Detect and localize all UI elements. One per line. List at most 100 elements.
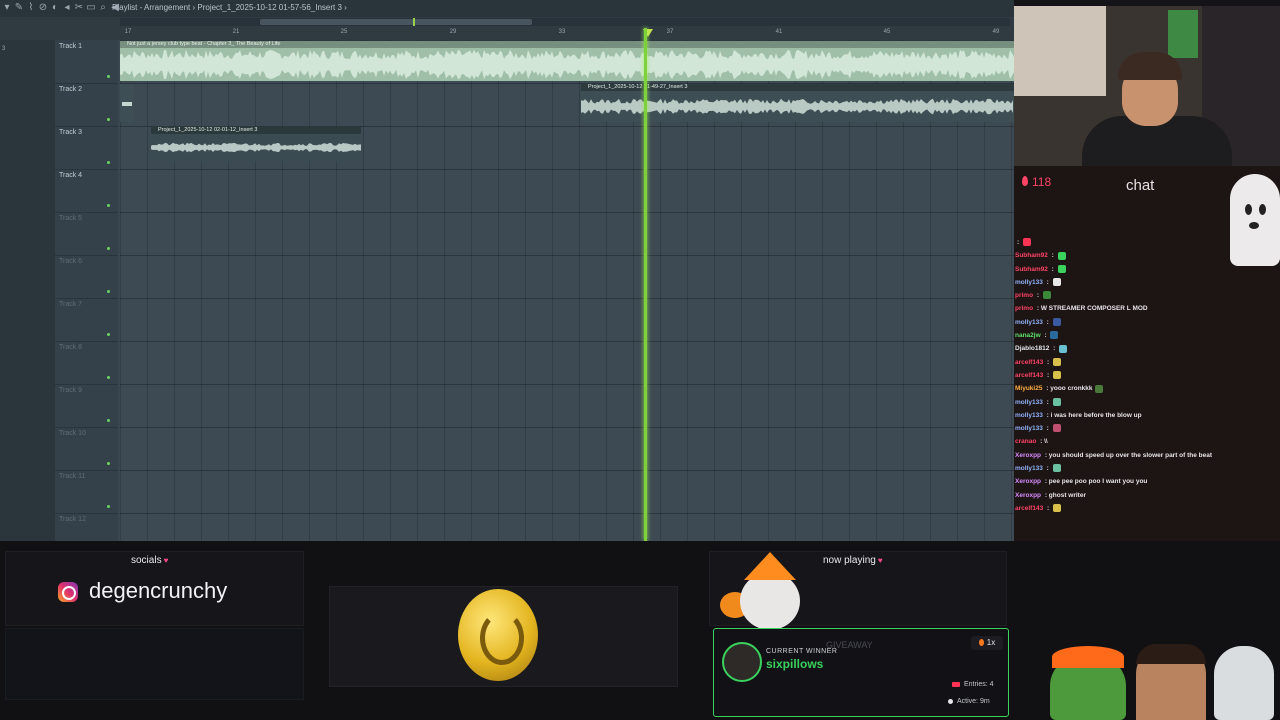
track-enable-led-icon[interactable] bbox=[107, 333, 110, 336]
track-header[interactable]: Track 1 bbox=[55, 40, 118, 84]
chat-username[interactable]: primo bbox=[1015, 305, 1033, 312]
ruler-tick-label: 49 bbox=[992, 29, 1000, 35]
track-enable-led-icon[interactable] bbox=[107, 247, 110, 250]
instagram-icon bbox=[58, 582, 78, 602]
brush-icon[interactable]: ⌇ bbox=[26, 2, 36, 14]
track-enable-led-icon[interactable] bbox=[107, 161, 110, 164]
chat-username[interactable]: molly133 bbox=[1015, 319, 1043, 326]
chat-emote-icon bbox=[1050, 331, 1059, 340]
chat-username[interactable]: Subham92 bbox=[1015, 252, 1048, 259]
active-text: Active: 9m bbox=[957, 698, 990, 705]
clip-waveform bbox=[120, 49, 1014, 80]
pepe-emote-icon bbox=[1050, 646, 1126, 720]
track-enable-led-icon[interactable] bbox=[107, 462, 110, 465]
track-header[interactable]: Track 6 bbox=[55, 255, 118, 299]
chat-message: molly133 : i was here before the blow up bbox=[1015, 409, 1275, 422]
chat-username[interactable]: arcelf143 bbox=[1015, 372, 1043, 379]
skeleton-emote-icon bbox=[1214, 646, 1274, 720]
track-header[interactable]: Track 12 bbox=[55, 513, 118, 541]
chat-username[interactable]: Miyuki25 bbox=[1015, 385, 1042, 392]
chat-separator: : bbox=[1042, 332, 1049, 340]
chat-username[interactable]: cranao bbox=[1015, 438, 1036, 445]
track-enable-led-icon[interactable] bbox=[107, 419, 110, 422]
track-header[interactable]: Track 10 bbox=[55, 427, 118, 471]
chat-emote-icon bbox=[1042, 291, 1051, 300]
chat-message: molly133 : bbox=[1015, 396, 1275, 409]
chat-emote-icon bbox=[1052, 278, 1061, 287]
chat-username[interactable]: Djablo1812 bbox=[1015, 345, 1049, 352]
heart-icon: ♥ bbox=[163, 556, 169, 565]
chat-text: ghost writer bbox=[1048, 491, 1086, 499]
track-header[interactable]: Track 8 bbox=[55, 341, 118, 385]
chat-text: W STREAMER COMPOSER L MOD bbox=[1040, 305, 1148, 313]
track-enable-led-icon[interactable] bbox=[107, 118, 110, 121]
slice-icon[interactable]: ✂ bbox=[74, 2, 84, 14]
chat-text: you should speed up over the slower part… bbox=[1048, 451, 1213, 459]
coin-glyph bbox=[480, 611, 524, 665]
chat-separator: : bbox=[1045, 358, 1051, 366]
chat-message: Xeroxpp : pee pee poo poo I want you you bbox=[1015, 475, 1275, 488]
track-enable-led-icon[interactable] bbox=[107, 376, 110, 379]
chat-username[interactable]: Subham92 bbox=[1015, 266, 1048, 273]
chat-username[interactable]: molly133 bbox=[1015, 412, 1043, 419]
chat-separator: : bbox=[1049, 252, 1056, 260]
ghost-eye bbox=[1245, 204, 1252, 215]
track-enable-led-icon[interactable] bbox=[107, 505, 110, 508]
playlist-title: Playlist - Arrangement › Project_1_2025-… bbox=[112, 3, 347, 12]
pencil-icon[interactable]: ✎ bbox=[14, 2, 24, 14]
track-enable-led-icon[interactable] bbox=[107, 75, 110, 78]
chat-message: molly133 : bbox=[1015, 276, 1275, 289]
flame-icon bbox=[978, 639, 984, 647]
audio-clip-track2-start[interactable] bbox=[120, 84, 134, 122]
chat-username[interactable]: molly133 bbox=[1015, 465, 1043, 472]
ruler-tick-label: 17 bbox=[124, 29, 132, 35]
chat-message: nana2jw : bbox=[1015, 329, 1275, 342]
ruler-tick-label: 29 bbox=[449, 29, 457, 35]
audio-clip-track3[interactable]: Project_1_2025-10-12 02-01-12_Insert 3 bbox=[151, 127, 361, 161]
daw-window: ▾ ✎ ⌇ ⊘ ◐ ◂ ✂ ▭ ⌕ ◀ Playlist - Arrangeme… bbox=[0, 0, 1014, 541]
track-name: Track 12 bbox=[59, 516, 86, 523]
multiplier-badge: 1x bbox=[971, 636, 1003, 650]
chat-username[interactable]: molly133 bbox=[1015, 399, 1043, 406]
chat-emote-icon bbox=[1057, 264, 1066, 273]
chat-username[interactable]: Xeroxpp bbox=[1015, 452, 1041, 459]
chat-username[interactable]: Xeroxpp bbox=[1015, 478, 1041, 485]
track-header[interactable]: Track 2 bbox=[55, 83, 118, 127]
snap-icon[interactable]: ▾ bbox=[2, 2, 12, 14]
timeline-ruler[interactable]: 17 21 25 29 33 37 41 45 49 bbox=[120, 28, 1014, 40]
chat-username[interactable]: Xeroxpp bbox=[1015, 492, 1041, 499]
track-enable-led-icon[interactable] bbox=[107, 290, 110, 293]
track-name: Track 8 bbox=[59, 344, 83, 351]
ruler-tick-label: 33 bbox=[558, 29, 566, 35]
track-header[interactable]: Track 5 bbox=[55, 212, 118, 256]
track-header[interactable]: Track 9 bbox=[55, 384, 118, 428]
track-header[interactable]: Track 3 bbox=[55, 126, 118, 170]
track-header[interactable]: Track 11 bbox=[55, 470, 118, 514]
chat-separator: : bbox=[1051, 345, 1058, 353]
track-enable-led-icon[interactable] bbox=[107, 204, 110, 207]
chat-username[interactable]: arcelf143 bbox=[1015, 505, 1043, 512]
chat-emote-icon bbox=[1052, 504, 1061, 513]
ghost-mouth bbox=[1249, 222, 1259, 229]
chat-username[interactable]: arcelf143 bbox=[1015, 359, 1043, 366]
audio-clip-track1[interactable]: Not just a jersey club type beat - Chapt… bbox=[120, 41, 1014, 81]
chat-emote-icon bbox=[1059, 344, 1068, 353]
chat-emote-icon bbox=[1022, 238, 1031, 247]
horizontal-scrollbar[interactable] bbox=[120, 18, 1010, 26]
scrollbar-thumb[interactable] bbox=[260, 19, 532, 25]
track-header[interactable]: Track 7 bbox=[55, 298, 118, 342]
track-name: Track 6 bbox=[59, 258, 83, 265]
delete-icon[interactable]: ⊘ bbox=[38, 2, 48, 14]
track-name: Track 11 bbox=[59, 473, 86, 480]
zoom-icon[interactable]: ⌕ bbox=[98, 2, 108, 14]
chat-username[interactable]: molly133 bbox=[1015, 425, 1043, 432]
slip-icon[interactable]: ◂ bbox=[62, 2, 72, 14]
mute-icon[interactable]: ◐ bbox=[50, 2, 60, 14]
select-icon[interactable]: ▭ bbox=[86, 2, 96, 14]
playhead[interactable] bbox=[644, 28, 647, 541]
chat-username[interactable]: nana2jw bbox=[1015, 332, 1041, 339]
chat-username[interactable]: molly133 bbox=[1015, 279, 1043, 286]
track-header[interactable]: Track 4 bbox=[55, 169, 118, 213]
social-handle: degencrunchy bbox=[89, 578, 228, 603]
chat-username[interactable]: primo bbox=[1015, 292, 1033, 299]
